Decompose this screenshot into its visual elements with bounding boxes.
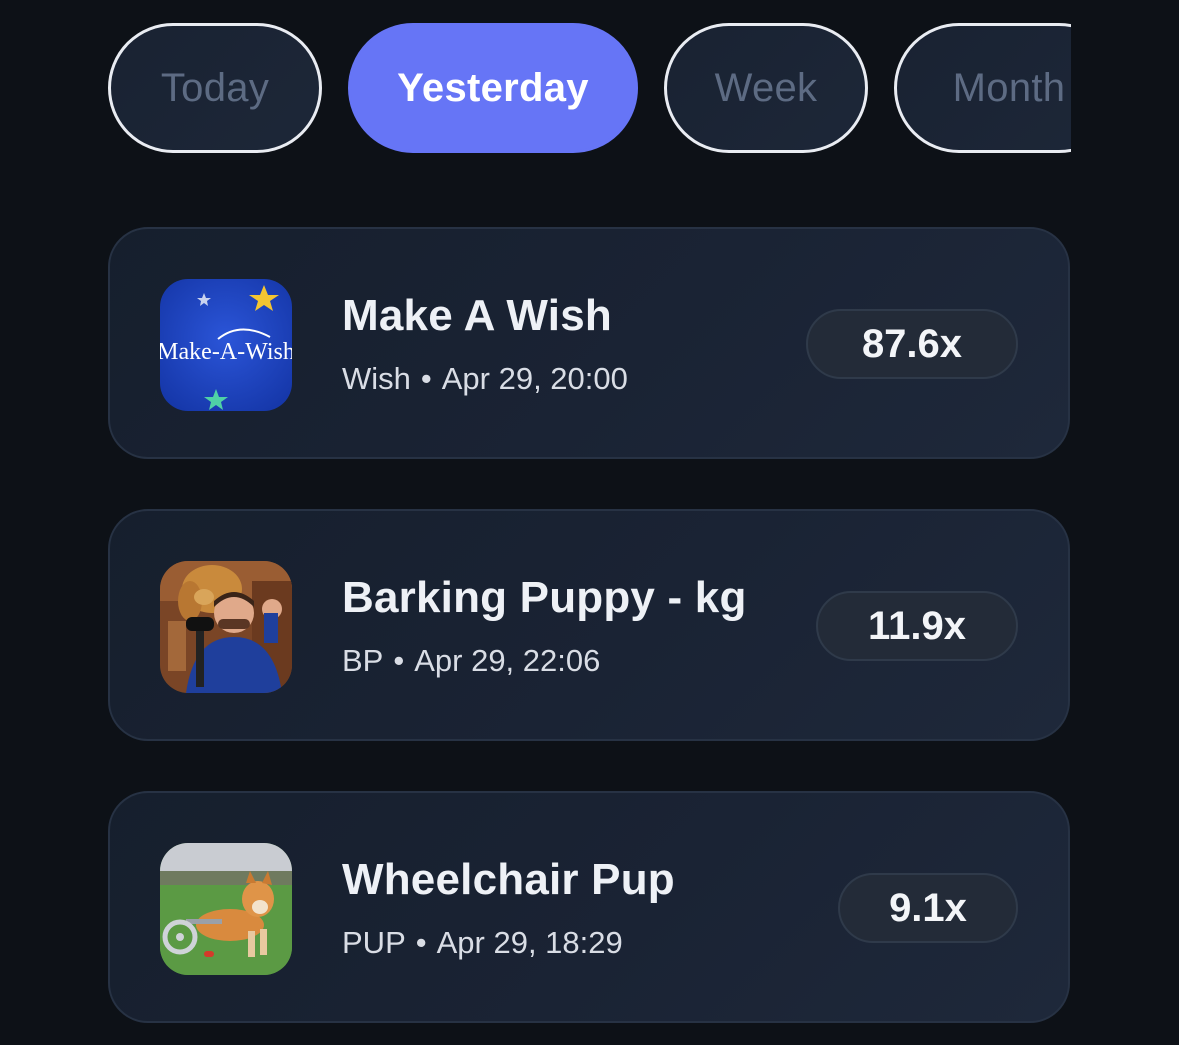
item-ticker: BP xyxy=(342,643,384,678)
multiplier-badge: 9.1x xyxy=(838,873,1018,943)
item-meta: Wish • Apr 29, 20:00 xyxy=(342,361,628,397)
item-title: Barking Puppy - kg xyxy=(342,573,747,622)
multiplier-value: 11.9x xyxy=(868,603,966,648)
time-filter-tabs: Today Yesterday Week Month xyxy=(108,22,1071,154)
item-datetime: Apr 29, 22:06 xyxy=(414,643,601,678)
tab-month-label: Month xyxy=(952,65,1066,110)
list-item[interactable]: Wheelchair Pup PUP • Apr 29, 18:29 9.1x xyxy=(108,791,1070,1023)
multiplier-badge: 11.9x xyxy=(816,591,1018,661)
multiplier-value: 9.1x xyxy=(889,885,967,930)
tab-month[interactable]: Month xyxy=(894,23,1071,153)
separator-dot: • xyxy=(393,643,405,678)
item-ticker: Wish xyxy=(342,361,411,396)
time-filter-bar: Today Yesterday Week Month xyxy=(108,22,1071,154)
tab-week-label: Week xyxy=(714,65,818,110)
tab-today-label: Today xyxy=(160,65,270,110)
separator-dot: • xyxy=(420,361,432,396)
item-title: Wheelchair Pup xyxy=(342,855,675,904)
page: Today Yesterday Week Month Make-A-Wish M… xyxy=(0,0,1179,1045)
item-title: Make A Wish xyxy=(342,291,612,340)
multiplier-badge: 87.6x xyxy=(806,309,1018,379)
tab-yesterday-label: Yesterday xyxy=(397,65,589,110)
item-datetime: Apr 29, 18:29 xyxy=(436,925,623,960)
make-a-wish-logo-text: Make-A-Wish xyxy=(160,339,292,365)
item-datetime: Apr 29, 20:00 xyxy=(441,361,628,396)
item-ticker: PUP xyxy=(342,925,406,960)
tab-week[interactable]: Week xyxy=(664,23,868,153)
item-meta: BP • Apr 29, 22:06 xyxy=(342,643,600,679)
multiplier-value: 87.6x xyxy=(861,321,963,366)
item-meta: PUP • Apr 29, 18:29 xyxy=(342,925,623,961)
make-a-wish-logo-icon: Make-A-Wish xyxy=(160,279,292,411)
man-with-dog-photo-icon xyxy=(160,561,292,693)
tab-today[interactable]: Today xyxy=(108,23,322,153)
list-item[interactable]: Barking Puppy - kg BP • Apr 29, 22:06 11.9… xyxy=(108,509,1070,741)
separator-dot: • xyxy=(415,925,427,960)
dog-wheelchair-photo-icon xyxy=(160,843,292,975)
list-item[interactable]: Make-A-Wish Make A Wish Wish • Apr 29, 20:… xyxy=(108,227,1070,459)
tab-yesterday[interactable]: Yesterday xyxy=(348,23,638,153)
